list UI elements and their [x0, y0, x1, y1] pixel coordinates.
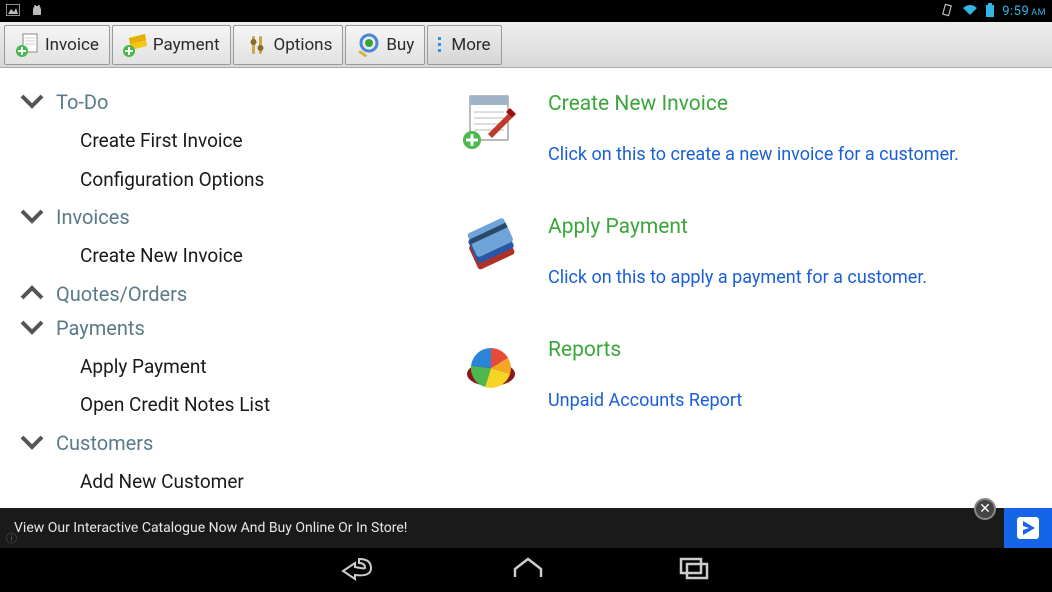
card-link[interactable]: Unpaid Accounts Report — [548, 390, 1022, 411]
sidebar-item-create-first-invoice[interactable]: Create First Invoice — [8, 122, 430, 161]
section-quotes-orders[interactable]: Quotes/Orders — [56, 280, 187, 308]
sidebar-item-open-credit-notes[interactable]: Open Credit Notes List — [8, 386, 430, 425]
rotate-icon — [940, 3, 954, 20]
chevron-down-icon[interactable] — [8, 92, 56, 112]
invoice-button[interactable]: Invoice — [4, 25, 110, 65]
clock: 9:59AM — [1002, 4, 1046, 19]
payment-icon — [460, 215, 522, 277]
chevron-up-icon[interactable] — [8, 284, 56, 304]
android-nav-bar — [0, 548, 1052, 592]
sidebar-item-configuration-options[interactable]: Configuration Options — [8, 161, 430, 200]
section-invoices[interactable]: Invoices — [56, 203, 130, 231]
android-icon — [30, 3, 44, 20]
ad-go-button[interactable] — [1004, 508, 1052, 548]
chevron-down-icon[interactable] — [8, 207, 56, 227]
clock-time: 9:59 — [1002, 4, 1029, 19]
ad-close-button[interactable]: ✕ — [974, 498, 996, 520]
clock-ampm: AM — [1031, 8, 1046, 18]
ad-text: View Our Interactive Catalogue Now And B… — [14, 520, 407, 536]
card-reports: Reports Unpaid Accounts Report — [460, 338, 1022, 411]
chevron-down-icon[interactable] — [8, 318, 56, 338]
card-title: Reports — [548, 338, 1022, 362]
android-status-bar: 9:59AM — [0, 0, 1052, 22]
payment-add-icon — [123, 32, 149, 58]
options-button-label: Options — [274, 35, 333, 55]
nav-home-button[interactable] — [509, 555, 547, 585]
card-link[interactable]: Click on this to apply a payment for a c… — [548, 267, 1022, 288]
card-create-invoice: Create New Invoice Click on this to crea… — [460, 92, 1022, 165]
section-customers[interactable]: Customers — [56, 429, 153, 457]
reports-icon — [460, 338, 522, 400]
nav-back-button[interactable] — [341, 555, 379, 585]
sidebar-item-add-new-customer[interactable]: Add New Customer — [8, 463, 430, 502]
card-title: Apply Payment — [548, 215, 1022, 239]
payment-button-label: Payment — [153, 35, 220, 55]
nav-recent-button[interactable] — [677, 555, 711, 585]
card-apply-payment: Apply Payment Click on this to apply a p… — [460, 215, 1022, 288]
toolbar: Invoice Payment Options Buy More — [0, 22, 1052, 68]
ad-banner[interactable]: View Our Interactive Catalogue Now And B… — [0, 508, 1052, 548]
ad-info-icon[interactable]: ⓘ — [6, 530, 17, 546]
sidebar-item-apply-payment[interactable]: Apply Payment — [8, 348, 430, 387]
section-payments[interactable]: Payments — [56, 314, 145, 342]
invoice-add-icon — [15, 32, 41, 58]
more-button[interactable]: More — [427, 25, 501, 65]
sidebar-item-create-new-invoice[interactable]: Create New Invoice — [8, 237, 430, 276]
buy-icon — [356, 32, 382, 58]
battery-icon — [986, 3, 994, 20]
main-panel: Create New Invoice Click on this to crea… — [430, 68, 1052, 508]
card-title: Create New Invoice — [548, 92, 1022, 116]
sidebar: To-Do Create First Invoice Configuration… — [0, 68, 430, 508]
buy-button-label: Buy — [386, 35, 414, 55]
card-link[interactable]: Click on this to create a new invoice fo… — [548, 144, 1022, 165]
buy-button[interactable]: Buy — [345, 25, 425, 65]
options-icon — [244, 32, 270, 58]
more-dots-icon — [438, 37, 441, 52]
invoice-button-label: Invoice — [45, 35, 99, 55]
picture-icon — [6, 4, 20, 19]
section-todo[interactable]: To-Do — [56, 88, 108, 116]
wifi-icon — [962, 4, 978, 19]
payment-button[interactable]: Payment — [112, 25, 231, 65]
more-button-label: More — [451, 35, 490, 55]
invoice-icon — [460, 92, 522, 154]
options-button[interactable]: Options — [233, 25, 344, 65]
chevron-down-icon[interactable] — [8, 433, 56, 453]
